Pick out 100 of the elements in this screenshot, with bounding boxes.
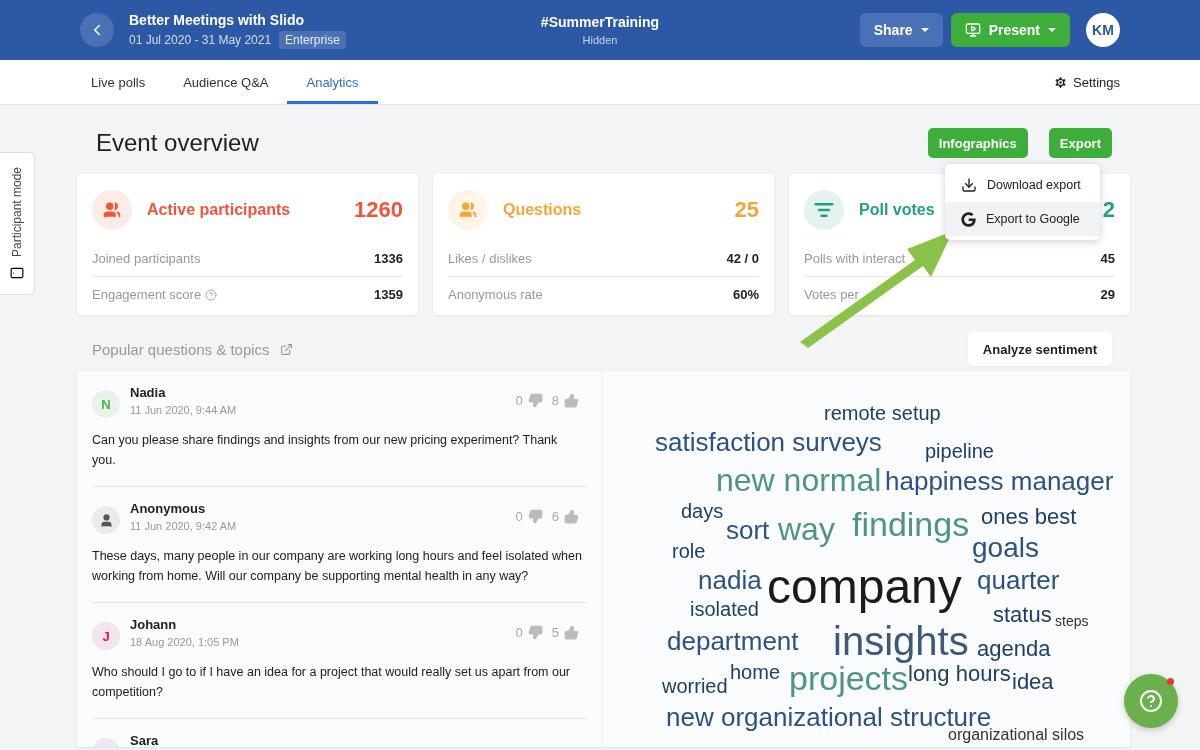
event-title: Better Meetings with Slido [129, 11, 305, 28]
stat-value: 45 [1100, 250, 1115, 266]
cloud-word: new normal [716, 464, 882, 496]
author-name: Nadia [130, 385, 167, 400]
stat-label: Joined participants [92, 250, 201, 266]
user-avatar: J [92, 622, 120, 650]
analyze-sentiment-button[interactable]: Analyze sentiment [967, 332, 1112, 366]
stat-label: Likes / dislikes [448, 250, 532, 266]
question-text: Can you please share findings and insights from our new pricing experiment? Thank you. [92, 432, 559, 469]
settings-icon [1053, 74, 1068, 90]
question-time: 18 Aug 2020, 1:05 PM [130, 636, 239, 648]
help-icon[interactable] [205, 288, 218, 301]
card-value: 2 [1102, 197, 1115, 223]
cloud-word: nadia [698, 567, 762, 593]
nav-tab[interactable]: Analytics [287, 60, 378, 104]
user-avatar: N [92, 390, 120, 418]
card-value: 1260 [354, 197, 403, 223]
author-name: Anonymous [130, 501, 207, 516]
cloud-word: steps [1055, 614, 1089, 628]
cloud-word: idea [1012, 671, 1054, 693]
cloud-word: days [681, 501, 724, 521]
cloud-word: company [767, 563, 962, 611]
thumbs-down-icon[interactable] [527, 393, 543, 408]
like-count: 8 [551, 393, 559, 408]
cloud-word: insights [833, 621, 969, 661]
question-time: 11 Jun 2020, 9:42 AM [130, 520, 237, 532]
cloud-word: findings [852, 507, 970, 541]
stat-value: 1359 [374, 287, 403, 302]
card-title: Poll votes [859, 201, 935, 219]
stat-value: 60% [732, 287, 759, 302]
thumbs-up-icon[interactable] [564, 393, 579, 408]
cloud-word: quarter [977, 567, 1060, 593]
stat-value: 1336 [374, 250, 403, 266]
thumbs-down-icon[interactable] [527, 509, 543, 524]
list-icon [814, 200, 834, 220]
author-name: Johann [130, 617, 178, 632]
thumbs-up-icon[interactable] [564, 625, 579, 640]
cloud-word: worried [662, 676, 728, 696]
question-text: These days, many people in our company are working long hours and feel isolated when working from home. Will our company be supporting mental health in any way? [92, 548, 583, 585]
person-icon [98, 512, 114, 528]
plan-badge: Enterprise [279, 30, 346, 49]
participant-mode-tab[interactable]: Participant mode [0, 152, 35, 295]
people-icon [103, 201, 121, 219]
menu-item[interactable]: Export to Google [945, 202, 1100, 236]
cloud-word: happiness manager [885, 468, 1114, 494]
like-count: 6 [551, 509, 559, 524]
question-time: 11 Jun 2020, 9:44 AM [130, 404, 237, 416]
dislike-count: 0 [515, 393, 523, 408]
stat-label: Anonymous rate [448, 287, 543, 302]
cloud-word: role [672, 541, 706, 561]
cloud-word: way [778, 513, 835, 545]
stat-label: Polls with interact [804, 250, 906, 266]
card-title: Questions [503, 201, 582, 219]
cloud-word: organizational silos [948, 727, 1085, 743]
event-dates: 01 Jul 2020 - 31 May 2021 [129, 32, 272, 47]
cloud-word: remote setup [824, 403, 941, 423]
help-icon [1139, 689, 1163, 713]
help-button[interactable] [1124, 674, 1178, 728]
nav-tab[interactable]: Audience Q&A [164, 60, 288, 104]
cloud-word: agenda [977, 638, 1051, 660]
dislike-count: 0 [515, 509, 523, 524]
card-value: 25 [734, 197, 759, 223]
section-heading: Popular questions & topics [92, 340, 270, 358]
page-title: Event overview [96, 129, 259, 157]
thumbs-down-icon[interactable] [527, 625, 543, 640]
visibility-status: Hidden [582, 34, 618, 46]
stat-value: 29 [1100, 287, 1115, 302]
stat-label: Votes per [804, 287, 859, 302]
screen-play-icon [964, 22, 981, 38]
cloud-word: ones best [981, 506, 1077, 528]
cloud-word: status [993, 604, 1052, 626]
cloud-word: sort [726, 517, 770, 543]
question-text: Who should I go to if I have an idea for a project that would really set us apart from our competition? [92, 664, 572, 701]
stat-value: 42 / 0 [726, 250, 759, 266]
thumbs-up-icon[interactable] [564, 509, 579, 524]
event-code: #SummerTraining [540, 14, 660, 30]
like-count: 5 [551, 625, 559, 640]
share-button[interactable]: Share [859, 13, 943, 47]
external-link-icon[interactable] [279, 342, 293, 356]
dislike-count: 0 [515, 625, 523, 640]
download-icon [961, 177, 977, 193]
people-icon [459, 201, 477, 219]
author-name: Sara [130, 733, 159, 747]
settings-link[interactable]: Settings [1045, 60, 1128, 104]
google-icon [961, 211, 976, 227]
nav-tab[interactable]: Live polls [72, 60, 165, 104]
notification-dot [1167, 678, 1174, 685]
cloud-word: department [667, 628, 799, 654]
user-avatar[interactable]: KM [1086, 13, 1120, 47]
card-title: Active participants [147, 201, 291, 219]
stat-label: Engagement score [92, 287, 202, 302]
cloud-word: isolated [690, 599, 759, 619]
cloud-word: long hours [908, 663, 1011, 685]
menu-item[interactable]: Download export [945, 168, 1100, 202]
tablet-icon [10, 265, 24, 280]
back-button[interactable] [80, 13, 114, 47]
cloud-word: goals [972, 534, 1039, 562]
cloud-word: home [730, 662, 781, 682]
cloud-word: satisfaction surveys [655, 429, 882, 455]
cloud-word: pipeline [925, 441, 994, 461]
